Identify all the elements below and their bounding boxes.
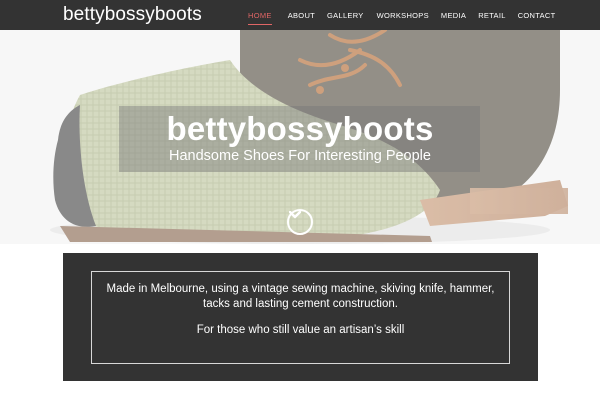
- nav-contact[interactable]: CONTACT: [518, 9, 556, 22]
- nav-media[interactable]: MEDIA: [441, 9, 466, 22]
- chevron-down-icon[interactable]: [287, 209, 313, 235]
- hero-title: bettybossyboots: [166, 110, 434, 147]
- intro-section: Made in Melbourne, using a vintage sewin…: [63, 253, 538, 381]
- page-footer-strip: [0, 381, 600, 400]
- intro-tagline: For those who still value an artisan’s s…: [196, 324, 405, 336]
- hero-banner: bettybossyboots Handsome Shoes For Inter…: [0, 30, 600, 244]
- main-nav: HOME ABOUT GALLERY WORKSHOPS MEDIA RETAI…: [248, 9, 556, 25]
- nav-workshops[interactable]: WORKSHOPS: [377, 9, 429, 22]
- site-header: bettybossyboots HOME ABOUT GALLERY WORKS…: [0, 0, 600, 30]
- nav-home[interactable]: HOME: [248, 9, 272, 25]
- site-title[interactable]: bettybossyboots: [63, 4, 202, 26]
- intro-text: Made in Melbourne, using a vintage sewin…: [106, 283, 495, 310]
- nav-gallery[interactable]: GALLERY: [327, 9, 364, 22]
- nav-retail[interactable]: RETAIL: [478, 9, 506, 22]
- nav-about[interactable]: ABOUT: [288, 9, 315, 22]
- hero-subtitle: Handsome Shoes For Interesting People: [169, 148, 431, 164]
